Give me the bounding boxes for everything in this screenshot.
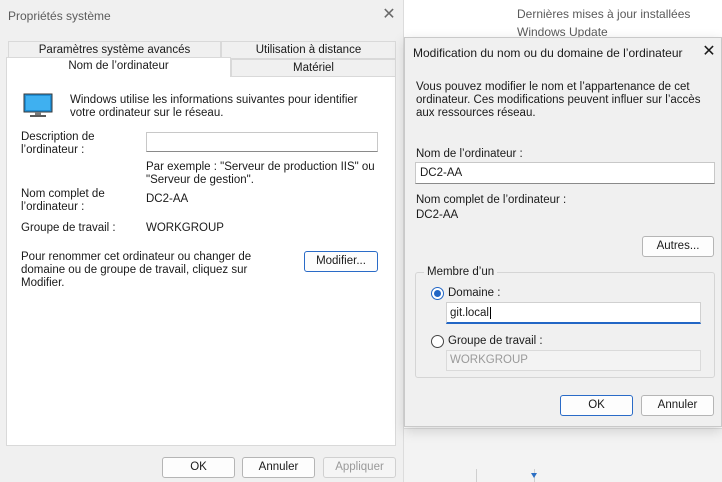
apply-button[interactable]: Appliquer — [323, 457, 396, 478]
computer-name-input[interactable]: DC2-AA — [415, 162, 715, 184]
cancel-button[interactable]: Annuler — [641, 395, 714, 416]
full-name-value: DC2-AA — [146, 193, 189, 205]
system-properties-window: Propriétés système ✕ Paramètres système … — [0, 0, 404, 482]
full-name-label: Nom complet de l’ordinateur : — [21, 188, 105, 213]
description-label: Description de l’ordinateur : — [21, 131, 95, 156]
domain-input[interactable]: git.local — [446, 302, 701, 324]
more-button[interactable]: Autres... — [642, 236, 714, 257]
modify-button[interactable]: Modifier... — [304, 251, 378, 272]
window-title: Propriétés système — [8, 9, 111, 23]
computer-monitor-icon — [23, 93, 53, 117]
text-cursor — [490, 306, 491, 319]
dialog-intro-text: Vous pouvez modifier le nom et l’apparte… — [416, 81, 701, 119]
dialog-title: Modification du nom ou du domaine de l’o… — [413, 46, 683, 60]
updates-installed-link[interactable]: Dernières mises à jour installées — [517, 7, 690, 21]
ok-button[interactable]: OK — [560, 395, 633, 416]
domain-input-value: git.local — [450, 307, 489, 319]
tab-computer-name[interactable]: Nom de l’ordinateur — [6, 57, 231, 77]
domain-label: Domaine : — [448, 287, 501, 299]
chevron-down-icon — [531, 473, 537, 478]
close-icon[interactable]: ✕ — [701, 44, 717, 60]
desktop: Dernières mises à jour installées Window… — [0, 0, 722, 482]
workgroup-value: WORKGROUP — [146, 222, 224, 234]
background-bottom-bar — [404, 428, 722, 482]
member-of-group: Membre d’un Domaine : git.local Groupe d… — [415, 266, 715, 378]
computer-name-label: Nom de l’ordinateur : — [416, 148, 523, 160]
intro-text: Windows utilise les informations suivant… — [70, 94, 358, 119]
full-name-label: Nom complet de l’ordinateur : — [416, 194, 567, 206]
workgroup-label: Groupe de travail : — [448, 335, 543, 347]
workgroup-radio[interactable] — [431, 335, 444, 348]
tab-remote[interactable]: Utilisation à distance — [221, 41, 396, 59]
domain-radio[interactable] — [431, 287, 444, 300]
member-of-legend: Membre d’un — [424, 266, 498, 279]
rename-computer-dialog: Modification du nom ou du domaine de l’o… — [404, 37, 722, 427]
description-input[interactable] — [146, 132, 378, 152]
ok-button[interactable]: OK — [162, 457, 235, 478]
workgroup-label: Groupe de travail : — [21, 222, 116, 234]
close-icon[interactable]: ✕ — [381, 7, 397, 23]
cancel-button[interactable]: Annuler — [242, 457, 315, 478]
example-text: Par exemple : "Serveur de production IIS… — [146, 161, 375, 186]
computer-name-panel: Windows utilise les informations suivant… — [6, 76, 396, 446]
full-name-value: DC2-AA — [416, 209, 459, 221]
divider — [476, 469, 477, 482]
workgroup-input[interactable]: WORKGROUP — [446, 350, 701, 371]
tab-hardware[interactable]: Matériel — [231, 59, 396, 77]
rename-instructions: Pour renommer cet ordinateur ou changer … — [21, 251, 252, 289]
